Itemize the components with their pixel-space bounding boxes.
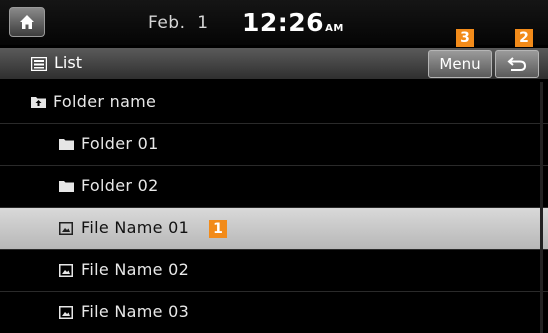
menu-button[interactable]: Menu xyxy=(428,50,492,78)
image-file-icon xyxy=(59,306,73,319)
callout-menu: 3 xyxy=(456,29,474,47)
folder-icon xyxy=(59,139,74,150)
list-item[interactable]: Folder 01 xyxy=(0,124,548,166)
list-item[interactable]: File Name 02 xyxy=(0,250,548,292)
clock: 12:26AM xyxy=(242,8,344,37)
list-item-label: File Name 02 xyxy=(81,260,190,279)
list-item[interactable]: File Name 03 xyxy=(0,292,548,333)
list-item-label: File Name 01 xyxy=(81,218,190,237)
date-text: Feb. 1 xyxy=(148,13,209,33)
screen: Feb. 1 12:26AM List Menu 3 2 Folder name xyxy=(0,0,548,333)
list-icon xyxy=(31,57,47,71)
home-icon xyxy=(20,15,34,29)
home-button[interactable] xyxy=(9,7,45,37)
back-button[interactable] xyxy=(495,50,539,78)
image-file-icon xyxy=(59,222,73,235)
folder-up-icon xyxy=(31,97,46,108)
image-file-icon xyxy=(59,264,73,277)
list-item-label: File Name 03 xyxy=(81,302,190,321)
callout-selected-item: 1 xyxy=(209,220,227,238)
folder-icon xyxy=(59,181,74,192)
scrollbar[interactable] xyxy=(540,82,543,333)
callout-back: 2 xyxy=(515,29,533,47)
list-item[interactable]: Folder 02 xyxy=(0,166,548,208)
list-item-label: Folder 02 xyxy=(81,176,159,195)
back-arrow-icon xyxy=(507,57,527,71)
time-text: 12:26 xyxy=(242,8,325,37)
list-item-label: Folder 01 xyxy=(81,134,159,153)
ampm-text: AM xyxy=(325,23,344,34)
parent-folder-label: Folder name xyxy=(53,92,157,111)
page-title: List xyxy=(54,53,82,72)
parent-folder-row[interactable]: Folder name xyxy=(0,82,548,124)
list-item-selected[interactable]: File Name 01 1 xyxy=(0,208,548,250)
